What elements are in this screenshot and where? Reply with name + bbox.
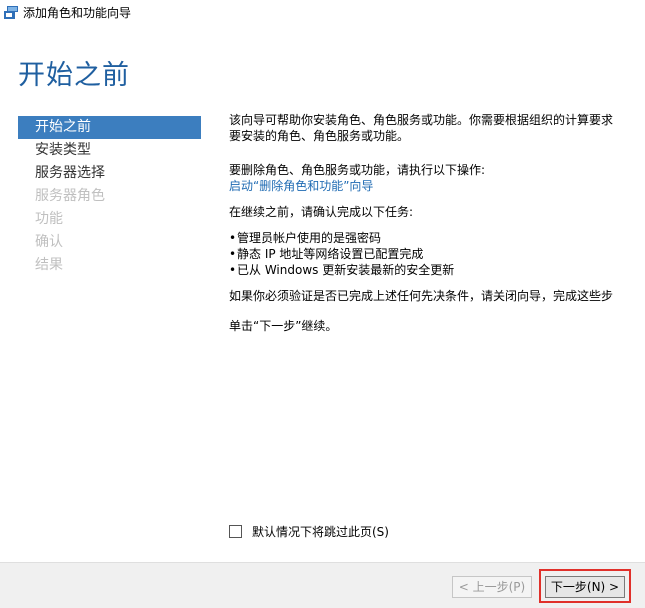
nav-item-server-roles: 服务器角色 <box>35 188 105 204</box>
page-title: 开始之前 <box>18 60 130 91</box>
nav-item-server-selection[interactable]: 服务器选择 <box>18 162 201 185</box>
list-item: •已从 Windows 更新安装最新的安全更新 <box>229 263 455 277</box>
intro-text-line1: 该向导可帮助你安装角色、角色服务或功能。你需要根据组织的计算要求 <box>229 113 614 127</box>
remove-prompt: 要删除角色、角色服务或功能，请执行以下操作: <box>229 163 486 177</box>
nav-item-features: 功能 <box>35 211 63 227</box>
intro-text-line2: 要安装的角色、角色服务或功能。 <box>229 129 410 143</box>
skip-page-label[interactable]: 默认情况下将跳过此页(S) <box>252 523 389 540</box>
nav-item-installation-type[interactable]: 安装类型 <box>18 139 201 162</box>
list-item: •管理员帐户使用的是强密码 <box>229 231 382 245</box>
server-manager-icon <box>4 5 18 19</box>
skip-page-option: 默认情况下将跳过此页(S) <box>229 522 389 540</box>
window-title: 添加角色和功能向导 <box>23 5 132 20</box>
task-list: •管理员帐户使用的是强密码 •静态 IP 地址等网络设置已配置完成 •已从 Wi… <box>229 230 645 278</box>
title-bar: 添加角色和功能向导 <box>0 0 645 24</box>
nav-item-results: 结果 <box>35 257 63 273</box>
wizard-nav: 开始之前 安装类型 服务器选择 服务器角色 功能 确认 结果 <box>18 116 201 277</box>
verify-note: 如果你必须验证是否已完成上述任何先决条件，请关闭向导，完成这些步 <box>229 289 614 303</box>
wizard-content: 该向导可帮助你安装角色、角色服务或功能。你需要根据组织的计算要求 要安装的角色、… <box>229 112 645 532</box>
nav-item-before-you-begin[interactable]: 开始之前 <box>18 116 201 139</box>
continue-note: 单击“下一步”继续。 <box>229 319 338 333</box>
next-button-highlight <box>539 569 631 603</box>
nav-item-confirmation: 确认 <box>35 234 63 250</box>
previous-button: < 上一步(P) <box>452 576 532 598</box>
skip-page-checkbox[interactable] <box>229 524 242 538</box>
before-continue-text: 在继续之前，请确认完成以下任务: <box>229 205 414 219</box>
list-item: •静态 IP 地址等网络设置已配置完成 <box>229 247 424 261</box>
remove-roles-link[interactable]: 启动“删除角色和功能”向导 <box>229 179 373 193</box>
